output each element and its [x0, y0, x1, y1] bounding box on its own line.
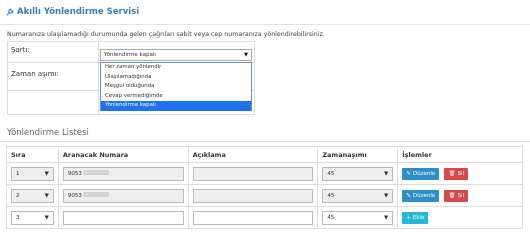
edit-icon: ✎ — [406, 192, 411, 199]
divider — [0, 141, 530, 142]
column-header: İşlemler — [397, 146, 523, 163]
page-title-text: Akıllı Yönlendirme Servisi — [17, 7, 140, 17]
table-row: 1 ▼ 9053 45 ▼ ✎ Düzenle 🗑 Sil — [6, 162, 523, 185]
table-row: 2 ▼ 9053 45 ▼ ✎ Düzenle 🗑 Sil — [6, 184, 523, 207]
number-input[interactable]: 9053 — [62, 166, 184, 181]
chevron-down-icon: ▼ — [44, 170, 49, 177]
table-header-row: Sıra Aranacak Numara Açıklama Zamanaşımı… — [6, 146, 523, 163]
chevron-down-icon: ▼ — [384, 192, 389, 199]
chevron-down-icon: ▼ — [44, 192, 49, 199]
option-always[interactable]: Her zaman yönlendir — [101, 63, 251, 73]
column-header: Aranacak Numara — [57, 146, 189, 163]
option-no-answer[interactable]: Cevap vermediğimde — [101, 92, 251, 102]
description-input[interactable] — [192, 166, 314, 181]
condition-select[interactable]: Yönlendirme kapalı ▼ — [100, 49, 252, 61]
trash-icon: 🗑 — [448, 170, 456, 177]
column-header: Açıklama — [187, 146, 319, 163]
option-busy[interactable]: Meşgul olduğunda — [101, 82, 251, 92]
timeout-select[interactable]: 45 ▼ — [322, 210, 394, 225]
timeout-select[interactable]: 45 ▼ — [322, 188, 394, 203]
redacted-digits — [82, 170, 109, 175]
plus-icon: + — [406, 214, 411, 221]
delete-button[interactable]: 🗑 Sil — [444, 189, 469, 202]
order-select[interactable]: 3 ▼ — [11, 210, 54, 225]
section-title: Yönlendirme Listesi — [7, 128, 89, 138]
description-input[interactable] — [192, 210, 314, 225]
condition-dropdown: Her zaman yönlendir Ulaşılamadığında Meş… — [100, 62, 252, 111]
trash-icon: 🗑 — [448, 192, 456, 199]
condition-select-value: Yönlendirme kapalı — [104, 52, 156, 58]
number-input[interactable]: 9053 — [62, 188, 184, 203]
delete-button[interactable]: 🗑 Sil — [444, 167, 469, 180]
number-input[interactable] — [62, 210, 184, 225]
edit-button[interactable]: ✎ Düzenle — [402, 167, 440, 180]
table-row: 3 ▼ 45 ▼ + Ekle — [6, 206, 523, 229]
add-button[interactable]: + Ekle — [402, 211, 429, 224]
page-title: Akıllı Yönlendirme Servisi — [6, 7, 139, 17]
order-select[interactable]: 2 ▼ — [11, 188, 54, 203]
redacted-digits — [82, 192, 109, 197]
description-input[interactable] — [192, 188, 314, 203]
wrench-icon — [6, 8, 14, 16]
option-unreachable[interactable]: Ulaşılamadığında — [101, 73, 251, 83]
column-header: Zamanaşımı — [317, 146, 399, 163]
timeout-select[interactable]: 45 ▼ — [322, 166, 394, 181]
option-off[interactable]: Yönlendirme kapalı — [101, 101, 251, 111]
chevron-down-icon: ▼ — [44, 214, 49, 221]
condition-label: Şartı: — [11, 46, 30, 54]
column-header: Sıra — [6, 146, 59, 163]
edit-icon: ✎ — [406, 170, 411, 177]
divider — [0, 24, 530, 25]
edit-button[interactable]: ✎ Düzenle — [402, 189, 440, 202]
chevron-down-icon: ▼ — [384, 170, 389, 177]
forwarding-table: Sıra Aranacak Numara Açıklama Zamanaşımı… — [6, 146, 523, 229]
order-select[interactable]: 1 ▼ — [11, 166, 54, 181]
description-text: Numaranıza ulaşılamadığı durumunda gelen… — [7, 31, 325, 38]
timeout-label: Zaman aşımı: — [11, 70, 59, 78]
chevron-down-icon: ▼ — [384, 214, 389, 221]
chevron-down-icon: ▼ — [244, 52, 248, 58]
